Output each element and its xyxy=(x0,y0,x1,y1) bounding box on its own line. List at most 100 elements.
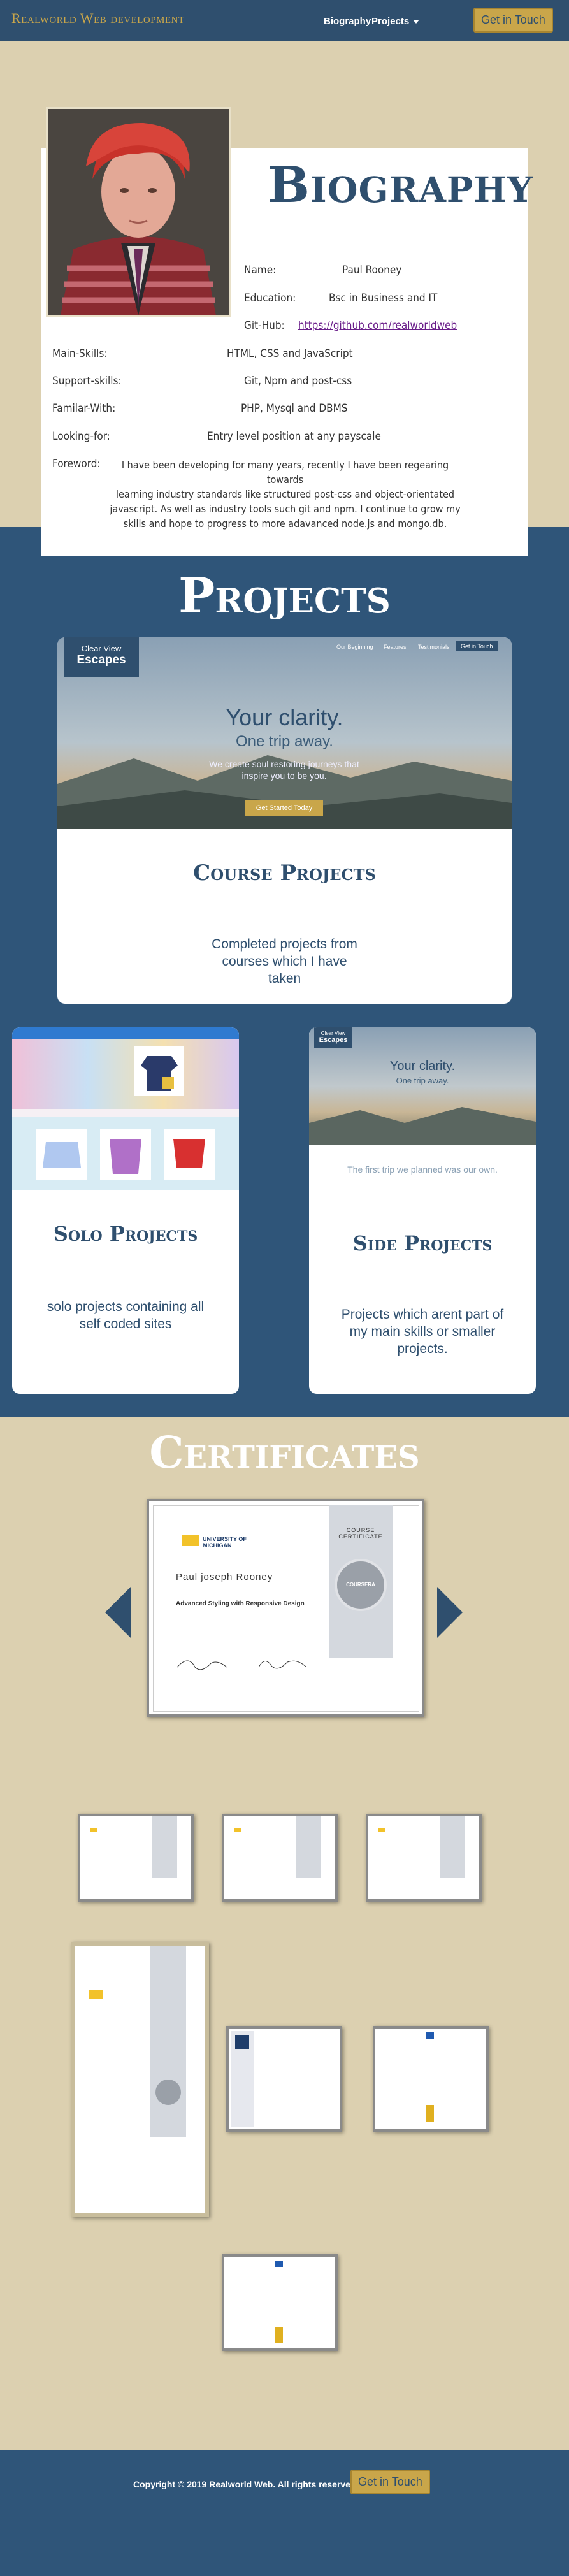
thumb-logo xyxy=(275,2261,283,2267)
thumb-logo xyxy=(378,1828,385,1832)
name-value: Paul Rooney xyxy=(342,264,402,277)
solo-projects-title: Solo Projects xyxy=(53,1222,198,1246)
foreword-line: I have been developing for many years, r… xyxy=(121,459,449,486)
thumb-logo xyxy=(234,1828,241,1832)
preview-nav-2: Features xyxy=(384,644,407,650)
familiar-with-label: Familar-With: xyxy=(52,402,116,415)
familiar-with-value: PHP, Mysql and DBMS xyxy=(241,402,348,415)
education-label: Education: xyxy=(244,292,296,305)
main-certificate[interactable]: UNIVERSITY OF MICHIGAN COURSE CERTIFICAT… xyxy=(147,1499,424,1717)
seal-text: COURSERA xyxy=(346,1582,375,1588)
solo-preview-image xyxy=(12,1027,239,1190)
footer xyxy=(0,2450,569,2576)
thumb-badge xyxy=(426,2105,434,2122)
side-preview-logo-bottom: Escapes xyxy=(319,1036,348,1044)
preview-logo: Clear View Escapes xyxy=(64,637,139,677)
github-label: Git-Hub: xyxy=(244,319,285,332)
thumb-ribbon xyxy=(150,1946,186,2137)
footer-get-in-touch-button[interactable]: Get in Touch xyxy=(350,2470,430,2494)
certificate-thumbnail-selected[interactable] xyxy=(71,1942,209,2217)
support-skills-value: Git, Npm and post-css xyxy=(244,375,352,387)
side-preview-sub: One trip away. xyxy=(396,1076,449,1085)
thumb-logo xyxy=(426,2032,434,2039)
certificates-title: Certificates xyxy=(149,1428,420,1479)
certificate-thumbnail[interactable] xyxy=(366,1814,482,1902)
thumb-badge xyxy=(275,2327,283,2343)
certificate-thumbnail[interactable] xyxy=(222,1814,338,1902)
chevron-down-icon xyxy=(413,20,420,24)
nav-dropdown-projects[interactable]: Projects xyxy=(371,16,420,27)
preview-button: Get Started Today xyxy=(245,800,323,816)
name-label: Name: xyxy=(244,264,277,277)
footer-copyright: Copyright © 2019 Realworld Web. All righ… xyxy=(133,2479,359,2489)
side-projects-desc: Projects which arent part of my main ski… xyxy=(309,1306,536,1357)
foreword-line: skills and hope to progress to more adav… xyxy=(123,517,447,530)
solo-preview-product xyxy=(134,1046,184,1096)
michigan-logo xyxy=(182,1535,199,1546)
course-projects-desc: Completed projects from courses which I … xyxy=(57,936,512,987)
preview-nav-1: Our Beginning xyxy=(336,644,373,650)
thumb-seal xyxy=(155,2080,181,2105)
carousel-next-arrow[interactable] xyxy=(437,1587,463,1638)
certificate-thumbnail[interactable] xyxy=(373,2026,489,2132)
solo-projects-desc: solo projects containing all self coded … xyxy=(12,1298,239,1333)
side-preview-logo: Clear View Escapes xyxy=(314,1027,352,1048)
side-projects-card[interactable]: Clear View Escapes Your clarity. One tri… xyxy=(309,1027,536,1394)
nav-link-biography[interactable]: Biography xyxy=(324,16,371,27)
brand-logo[interactable]: Realworld Web development xyxy=(11,10,185,27)
biography-title: Biography xyxy=(268,156,533,214)
preview-subheadline: One trip away. xyxy=(236,733,333,750)
foreword-label: Foreword: xyxy=(52,458,101,470)
main-skills-value: HTML, CSS and JavaScript xyxy=(227,347,353,360)
certificate-thumbnail[interactable] xyxy=(78,1814,194,1902)
foreword-line: learning industry standards like structu… xyxy=(116,488,454,500)
side-projects-title: Side Projects xyxy=(352,1231,493,1255)
coursera-seal: COURSERA xyxy=(335,1559,387,1611)
ribbon-text: COURSE CERTIFICATE xyxy=(338,1527,383,1540)
preview-logo-top: Clear View xyxy=(81,644,122,653)
support-skills-label: Support-skills: xyxy=(52,375,122,387)
side-projects-desc-text: Projects which arent part of my main ski… xyxy=(341,1307,504,1356)
course-preview-image: Clear View Escapes Our Beginning Feature… xyxy=(57,637,512,829)
solo-projects-desc-text: solo projects containing all self coded … xyxy=(47,1299,205,1331)
projects-title: Projects xyxy=(178,567,391,624)
course-projects-desc-text: Completed projects from courses which I … xyxy=(212,937,357,986)
side-preview-tagline: The first trip we planned was our own. xyxy=(347,1164,498,1175)
main-skills-label: Main-Skills: xyxy=(52,347,108,360)
education-value: Bsc in Business and IT xyxy=(329,292,438,305)
solo-projects-card[interactable]: Solo Projects solo projects containing a… xyxy=(12,1027,239,1394)
thumb-logo xyxy=(89,1990,103,1999)
looking-for-value: Entry level position at any payscale xyxy=(207,430,381,443)
side-preview-logo-top: Clear View xyxy=(321,1031,346,1036)
preview-nav-3: Testimonials xyxy=(418,644,450,650)
university-name: UNIVERSITY OF MICHIGAN xyxy=(203,1536,247,1549)
thumb-logo xyxy=(235,2035,249,2049)
foreword-line: javascript. As well as industry tools su… xyxy=(110,503,461,515)
thumb-logo xyxy=(90,1828,97,1832)
looking-for-label: Looking-for: xyxy=(52,430,110,443)
certificate-ribbon: COURSE CERTIFICATE COURSERA xyxy=(329,1505,393,1658)
side-preview-image: Clear View Escapes Your clarity. One tri… xyxy=(309,1027,536,1190)
side-preview-headline: Your clarity. xyxy=(389,1059,456,1073)
foreword-text: I have been developing for many years, r… xyxy=(102,458,468,531)
carousel-prev-arrow[interactable] xyxy=(105,1587,131,1638)
course-projects-title: Course Projects xyxy=(193,860,376,886)
certificate-thumbnail[interactable] xyxy=(226,2026,342,2132)
profile-photo xyxy=(46,107,231,317)
solo-preview-banner xyxy=(12,1039,239,1109)
thumb-ribbon xyxy=(440,1816,465,1878)
github-link[interactable]: https://github.com/realworldweb xyxy=(298,319,457,332)
preview-nav-4: Get in Touch xyxy=(456,641,498,651)
recipient-name: Paul joseph Rooney xyxy=(176,1572,273,1582)
preview-logo-bottom: Escapes xyxy=(76,653,126,667)
preview-headline: Your clarity. xyxy=(226,704,343,730)
course-projects-card[interactable]: Clear View Escapes Our Beginning Feature… xyxy=(57,637,512,1004)
solo-preview-nav xyxy=(12,1027,239,1039)
get-in-touch-button[interactable]: Get in Touch xyxy=(473,8,553,33)
course-name: Advanced Styling with Responsive Design xyxy=(176,1600,305,1607)
nav-link-projects-label: Projects xyxy=(371,16,410,27)
certificate-thumbnail[interactable] xyxy=(222,2254,338,2351)
thumb-ribbon xyxy=(152,1816,177,1878)
preview-body: We create soul restoring journeys that i… xyxy=(209,759,359,781)
thumb-ribbon xyxy=(296,1816,321,1878)
